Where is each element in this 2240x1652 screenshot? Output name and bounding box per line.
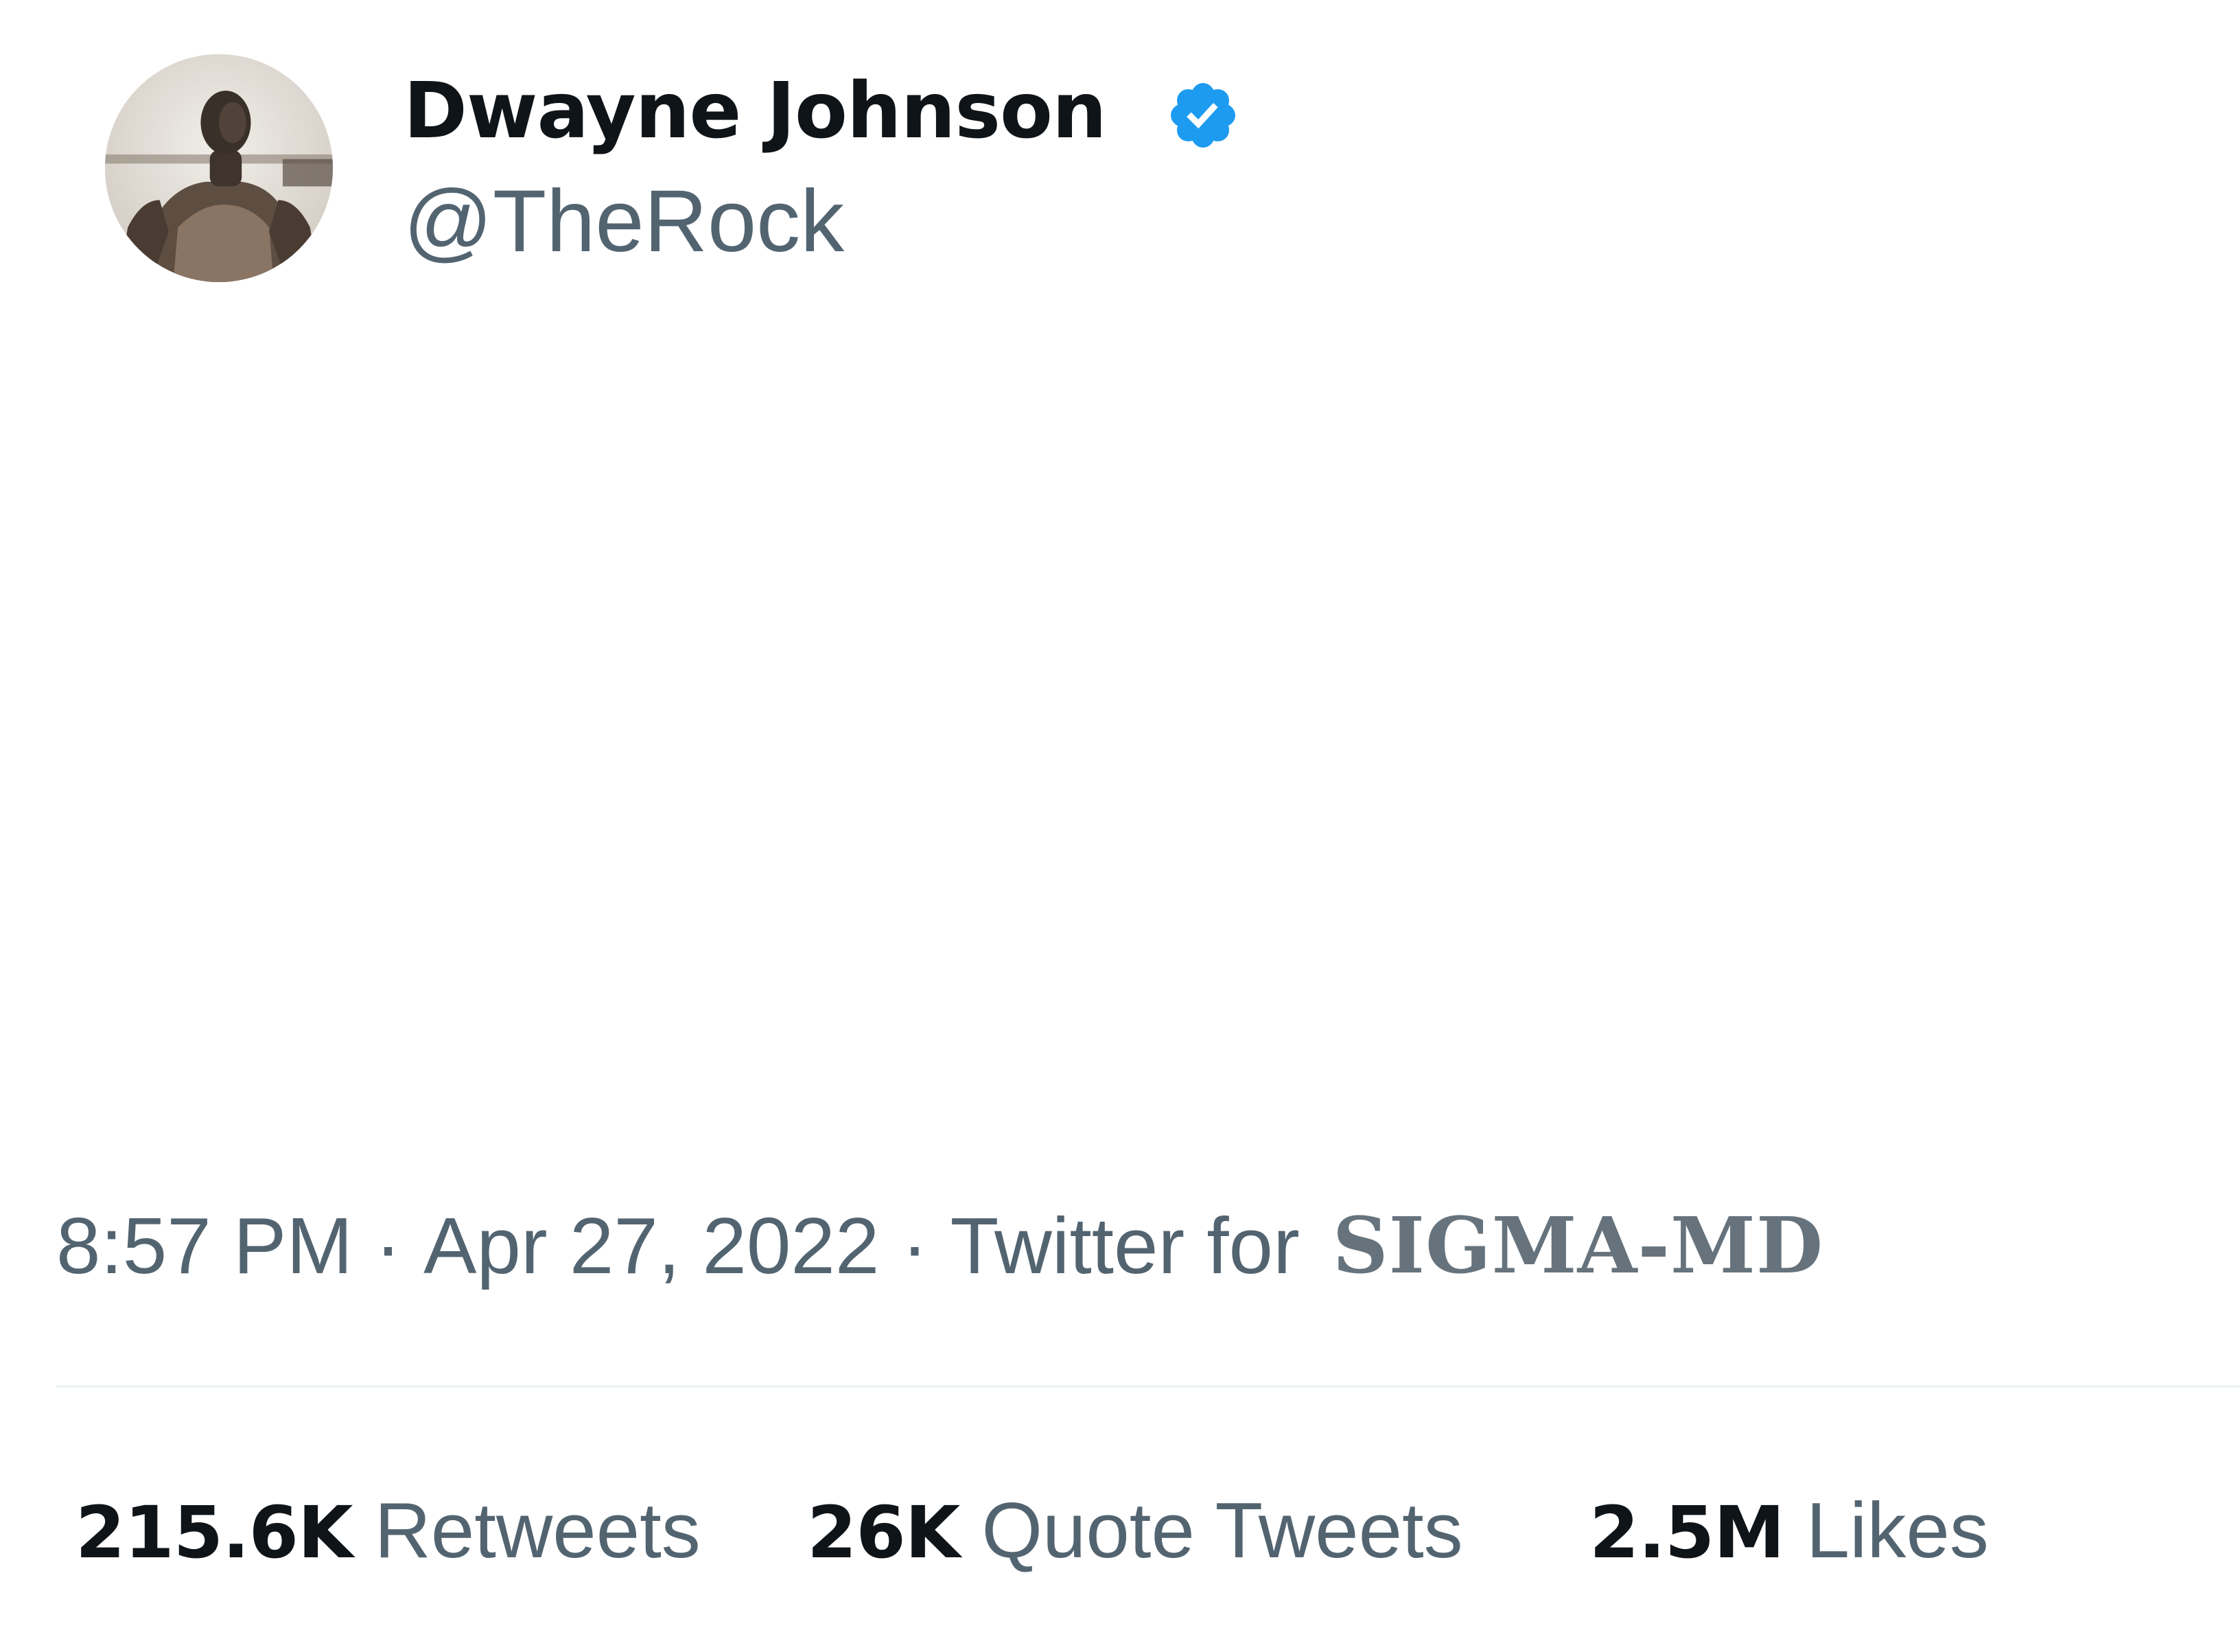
tweet-card: Dwayne Johnson @TheRock 8:57 PM · Apr 27… xyxy=(0,0,2240,1652)
verified-badge-icon xyxy=(1171,83,1235,148)
display-name[interactable]: Dwayne Johnson xyxy=(404,63,1107,159)
meta-separator: · xyxy=(901,1201,929,1290)
source-prefix: Twitter for xyxy=(950,1201,1300,1290)
meta-separator: · xyxy=(375,1201,401,1290)
user-handle[interactable]: @TheRock xyxy=(404,172,844,270)
source-label[interactable]: SIGMA-MD xyxy=(1333,1201,1823,1291)
likes-label: Likes xyxy=(1806,1487,1989,1574)
tweet-date[interactable]: Apr 27, 2022 xyxy=(423,1200,879,1292)
likes-stat[interactable]: 2.5M Likes xyxy=(1589,1486,1989,1576)
avatar-photo xyxy=(105,54,333,282)
tweet-time[interactable]: 8:57 PM xyxy=(56,1200,353,1292)
retweets-stat[interactable]: 215.6K Retweets xyxy=(75,1486,807,1576)
likes-count: 2.5M xyxy=(1589,1490,1785,1574)
retweets-label: Retweets xyxy=(374,1487,701,1574)
quote-tweets-label: Quote Tweets xyxy=(981,1487,1463,1574)
divider xyxy=(56,1385,2240,1388)
avatar[interactable] xyxy=(105,54,333,282)
tweet-meta: 8:57 PM · Apr 27, 2022 · Twitter for SIG… xyxy=(56,1194,1823,1297)
tweet-stats: 215.6K Retweets 26K Quote Tweets 2.5M Li… xyxy=(75,1482,1989,1579)
quote-tweets-count: 26K xyxy=(807,1490,960,1574)
quote-tweets-stat[interactable]: 26K Quote Tweets xyxy=(807,1486,1589,1576)
retweets-count: 215.6K xyxy=(75,1490,353,1574)
